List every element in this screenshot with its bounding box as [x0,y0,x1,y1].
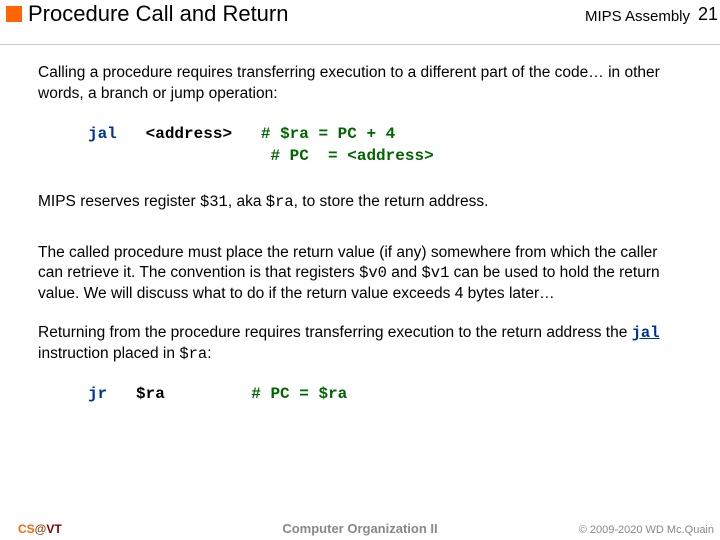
reg-ra-inline: $ra [179,345,207,363]
spacer [38,231,682,243]
jal-opcode: jal [88,125,117,143]
jr-code-block: jr $ra # PC = $ra [88,383,682,405]
reg-31: $31 [200,193,228,211]
slide-header: Procedure Call and Return MIPS Assembly … [0,0,720,45]
reg-v1: $v1 [421,264,449,282]
jal-comment-1: # $ra = PC + 4 [261,125,395,143]
slide-footer: CS@VT Computer Organization II © 2009-20… [0,514,720,536]
intro-paragraph: Calling a procedure requires transferrin… [38,63,682,105]
slide-body: Calling a procedure requires transferrin… [0,45,720,406]
slide: Procedure Call and Return MIPS Assembly … [0,0,720,540]
return-value-paragraph: The called procedure must place the retu… [38,243,682,306]
rv-text-2: and [387,264,421,281]
jr-opcode: jr [88,385,107,403]
course-label: MIPS Assembly [585,8,690,25]
jal-comment-2: # PC = <address> [270,147,433,165]
jal-inline: jal [632,324,660,342]
ret-text-2: instruction placed in [38,345,179,362]
footer-right: © 2009-2020 WD Mc.Quain [579,524,714,536]
ra-text-2: , aka [228,193,266,210]
ra-text-1: MIPS reserves register [38,193,200,210]
slide-title: Procedure Call and Return [28,1,288,27]
jal-code-block: jal <address> # $ra = PC + 4 # PC = <add… [88,123,682,168]
page-number: 21 [698,4,718,25]
jr-arg: $ra [136,385,165,403]
ra-paragraph: MIPS reserves register $31, aka $ra, to … [38,192,682,213]
ret-text-1: Returning from the procedure requires tr… [38,324,632,341]
jal-address: <address> [146,125,232,143]
ret-text-3: : [207,345,211,362]
jr-comment: # PC = $ra [251,385,347,403]
reg-ra: $ra [266,193,294,211]
return-paragraph: Returning from the procedure requires tr… [38,323,682,365]
ra-text-3: , to store the return address. [294,193,489,210]
reg-v0: $v0 [359,264,387,282]
bullet-icon [6,6,22,22]
